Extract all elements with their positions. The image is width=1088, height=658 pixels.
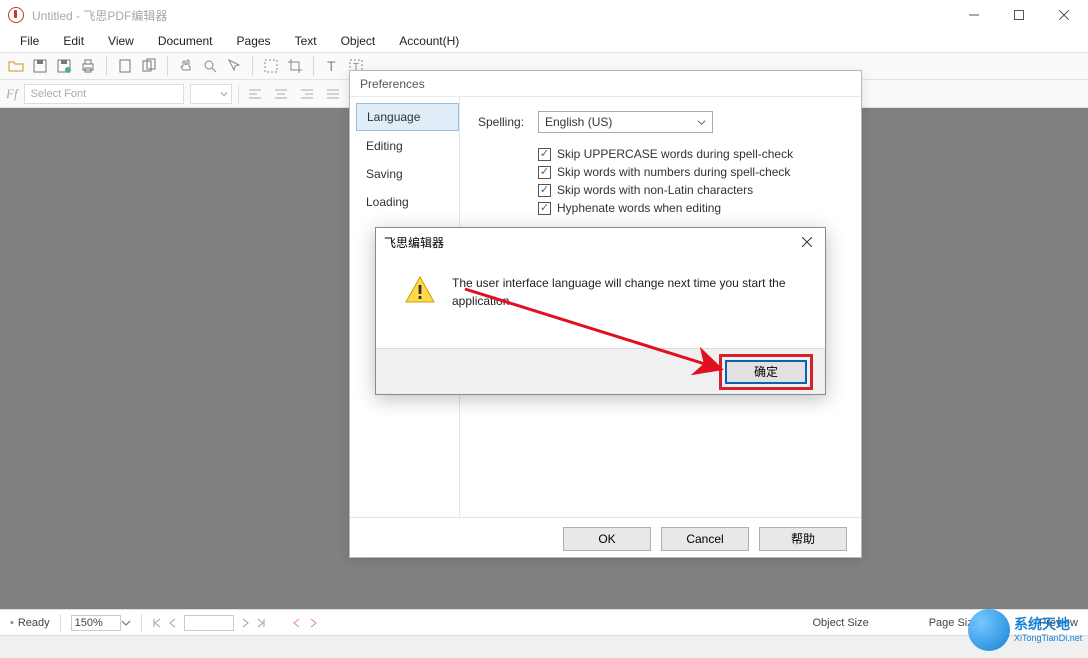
globe-icon xyxy=(968,609,1010,651)
titlebar: Untitled - 飞思PDF编辑器 xyxy=(0,0,1088,30)
open-icon[interactable] xyxy=(6,56,26,76)
status-ready: Ready xyxy=(18,617,50,629)
message-box-title: 飞思编辑器 xyxy=(384,234,444,251)
align-right-icon[interactable] xyxy=(297,84,317,104)
checkbox-uppercase[interactable]: ✓ xyxy=(538,148,551,161)
window-controls xyxy=(951,0,1086,30)
font-size-select[interactable] xyxy=(190,84,232,104)
prev-page-icon[interactable] xyxy=(168,618,178,628)
checkbox-numbers[interactable]: ✓ xyxy=(538,166,551,179)
menu-account[interactable]: Account(H) xyxy=(389,32,469,50)
ok-button[interactable]: OK xyxy=(563,527,651,551)
minimize-button[interactable] xyxy=(951,0,996,30)
watermark-logo: 系统天地 XiTongTianDi.net xyxy=(968,602,1088,658)
select-icon[interactable] xyxy=(261,56,281,76)
print-icon[interactable] xyxy=(78,56,98,76)
message-text: The user interface language will change … xyxy=(452,274,797,338)
next-page-icon[interactable] xyxy=(240,618,250,628)
watermark-text: 系统天地 xyxy=(1014,617,1082,632)
menu-edit[interactable]: Edit xyxy=(53,32,94,50)
chk-label: Hyphenate words when editing xyxy=(557,201,721,215)
tab-language[interactable]: Language xyxy=(356,103,459,131)
tab-saving[interactable]: Saving xyxy=(356,161,459,187)
hand-icon[interactable] xyxy=(176,56,196,76)
close-icon[interactable] xyxy=(797,232,817,252)
font-icon: Ff xyxy=(6,86,18,102)
menu-file[interactable]: File xyxy=(10,32,49,50)
zoom-icon[interactable] xyxy=(200,56,220,76)
app-icon xyxy=(8,7,24,23)
chk-label: Skip words with numbers during spell-che… xyxy=(557,165,790,179)
horizontal-scrollbar[interactable] xyxy=(0,635,1088,658)
close-button[interactable] xyxy=(1041,0,1086,30)
object-size-label: Object Size xyxy=(812,617,868,629)
confirm-button[interactable]: 确定 xyxy=(725,360,807,384)
spelling-label: Spelling: xyxy=(478,115,538,129)
bullet-icon: • xyxy=(10,617,14,629)
nav-fwd-icon[interactable] xyxy=(308,618,318,628)
align-center-icon[interactable] xyxy=(271,84,291,104)
preferences-footer: OK Cancel 帮助 xyxy=(350,517,861,559)
save-icon[interactable] xyxy=(30,56,50,76)
text-icon[interactable]: T xyxy=(322,56,342,76)
checkbox-nonlatin[interactable]: ✓ xyxy=(538,184,551,197)
ok-highlight: 确定 xyxy=(719,354,813,390)
page-icon[interactable] xyxy=(115,56,135,76)
window-title: Untitled - 飞思PDF编辑器 xyxy=(32,7,167,24)
save-as-icon[interactable] xyxy=(54,56,74,76)
first-page-icon[interactable] xyxy=(152,618,162,628)
align-left-icon[interactable] xyxy=(245,84,265,104)
message-box: 飞思编辑器 The user interface language will c… xyxy=(375,227,826,395)
tab-editing[interactable]: Editing xyxy=(356,133,459,159)
svg-text:T: T xyxy=(327,58,336,74)
message-box-footer: 确定 xyxy=(376,348,825,394)
menu-view[interactable]: View xyxy=(98,32,144,50)
last-page-icon[interactable] xyxy=(256,618,266,628)
warning-icon xyxy=(404,274,436,306)
pages-icon[interactable] xyxy=(139,56,159,76)
message-box-titlebar: 飞思编辑器 xyxy=(376,228,825,256)
tab-loading[interactable]: Loading xyxy=(356,189,459,215)
align-justify-icon[interactable] xyxy=(323,84,343,104)
menu-text[interactable]: Text xyxy=(285,32,327,50)
maximize-button[interactable] xyxy=(996,0,1041,30)
pointer-icon[interactable] xyxy=(224,56,244,76)
help-button[interactable]: 帮助 xyxy=(759,527,847,551)
watermark-url: XiTongTianDi.net xyxy=(1014,633,1082,643)
page-nav xyxy=(152,615,318,631)
menu-pages[interactable]: Pages xyxy=(227,32,281,50)
font-select[interactable]: Select Font xyxy=(24,84,184,104)
zoom-input[interactable]: 150% xyxy=(71,615,121,631)
chk-label: Skip UPPERCASE words during spell-check xyxy=(557,147,793,161)
spelling-select[interactable]: English (US) xyxy=(538,111,713,133)
menubar: File Edit View Document Pages Text Objec… xyxy=(0,30,1088,52)
crop-icon[interactable] xyxy=(285,56,305,76)
nav-back-icon[interactable] xyxy=(292,618,302,628)
preferences-title: Preferences xyxy=(350,71,861,97)
menu-object[interactable]: Object xyxy=(331,32,386,50)
zoom-dropdown-icon[interactable] xyxy=(121,618,131,628)
statusbar: • Ready 150% Object Size Page Size Previ… xyxy=(0,609,1088,635)
page-input[interactable] xyxy=(184,615,234,631)
checkbox-hyphenate[interactable]: ✓ xyxy=(538,202,551,215)
menu-document[interactable]: Document xyxy=(148,32,223,50)
cancel-button[interactable]: Cancel xyxy=(661,527,749,551)
chk-label: Skip words with non-Latin characters xyxy=(557,183,753,197)
